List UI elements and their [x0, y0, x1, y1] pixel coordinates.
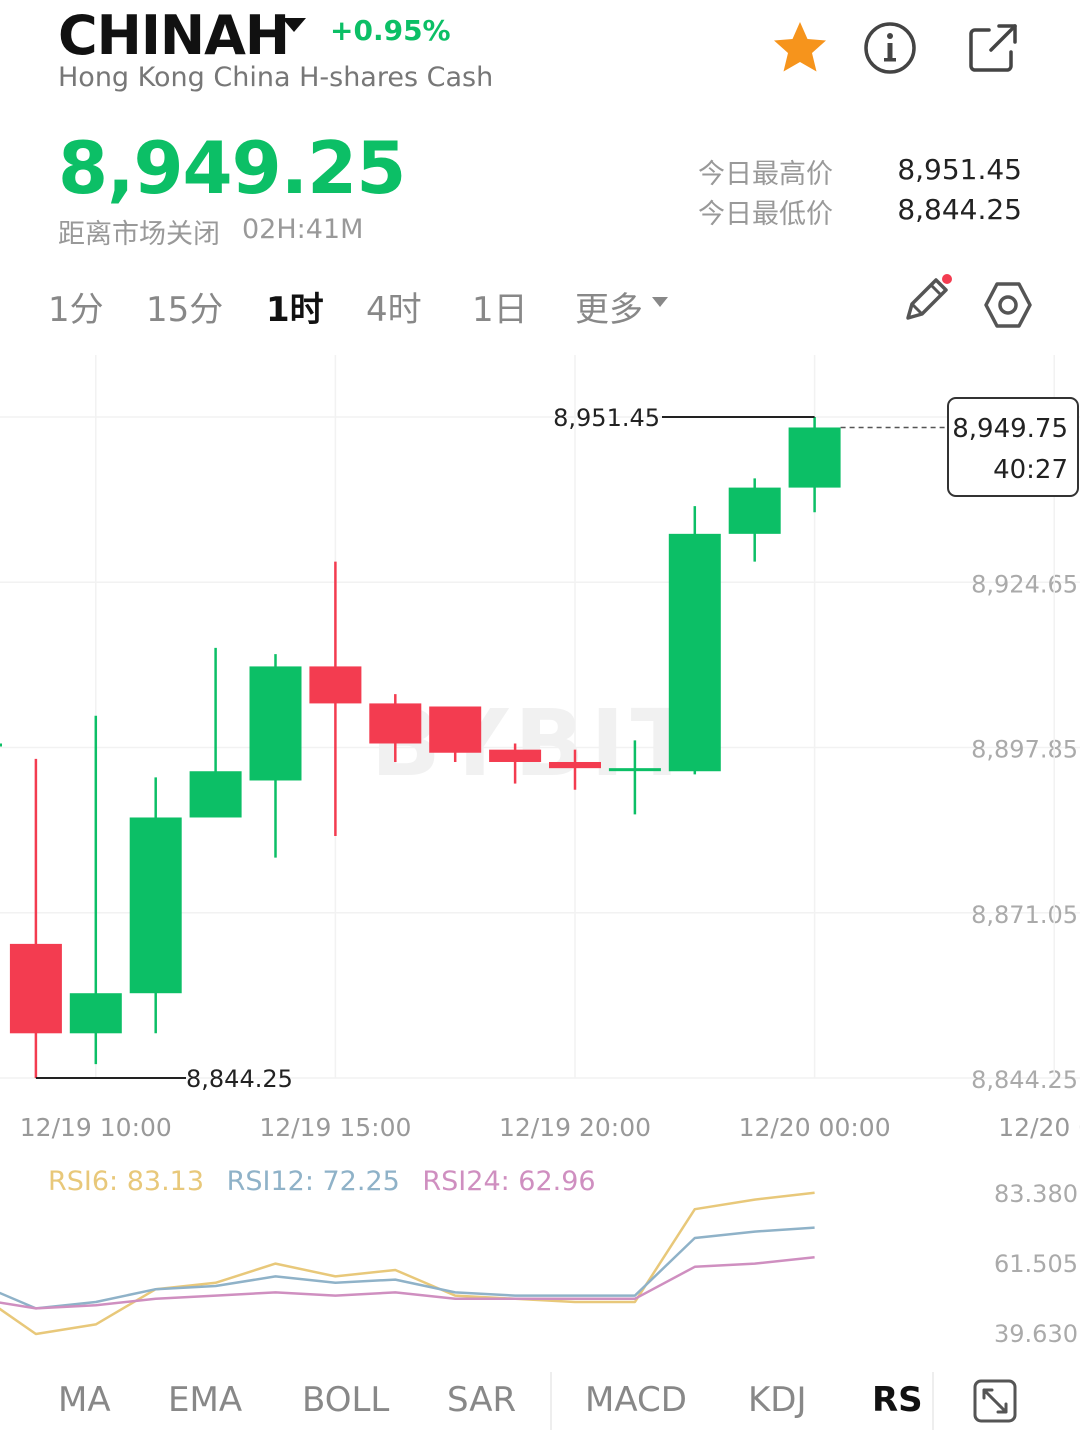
change-percent: +0.95%: [330, 14, 451, 47]
y-tick-label: 8,897.85: [971, 736, 1078, 764]
rsi-y-tick-label: 39.630: [994, 1320, 1078, 1348]
indicator-sar[interactable]: SAR: [447, 1380, 516, 1420]
indicator-boll[interactable]: BOLL: [302, 1380, 389, 1420]
info-icon[interactable]: [860, 18, 920, 78]
candle-body: [788, 427, 841, 488]
indicator-ma[interactable]: MA: [58, 1380, 111, 1420]
candle-body: [249, 666, 302, 781]
y-tick-label: 8,924.65: [971, 570, 1078, 598]
symbol-title[interactable]: CHINAH: [58, 4, 290, 67]
tab-4h[interactable]: 4时: [366, 282, 422, 331]
indicator-rs[interactable]: RS: [872, 1380, 923, 1420]
candle-body: [0, 743, 2, 747]
x-tick-label: 12/19 15:00: [259, 1113, 411, 1142]
rsi-y-tick-label: 83.380: [994, 1180, 1078, 1208]
instrument-name: Hong Kong China H-shares Cash: [58, 62, 494, 93]
candle-body: [489, 749, 542, 762]
x-tick-label: 12/20 03: [998, 1113, 1080, 1142]
settings-hexagon-icon[interactable]: [982, 280, 1034, 330]
tab-1h[interactable]: 1时: [266, 282, 324, 331]
high-marker-label: 8,951.45: [553, 404, 660, 432]
day-high-value: 8,951.45: [897, 153, 1022, 186]
pencil-icon[interactable]: [898, 272, 960, 328]
candle-body: [9, 943, 62, 1034]
current-price-label: 8,949.75: [952, 414, 1068, 444]
candle-body: [129, 817, 182, 994]
candle-body: [549, 761, 601, 769]
y-tick-label: 8,871.05: [971, 901, 1078, 929]
tab-more[interactable]: 更多: [575, 282, 643, 331]
day-low-label: 今日最低价: [698, 199, 833, 230]
share-icon[interactable]: [963, 18, 1023, 78]
indicator-kdj[interactable]: KDJ: [748, 1380, 807, 1420]
indicator-separator: [550, 1372, 552, 1430]
candle-body: [728, 487, 781, 534]
tab-1d[interactable]: 1日: [472, 282, 528, 331]
rsi12-label: RSI12: 72.25: [226, 1166, 400, 1197]
low-marker-label: 8,844.25: [186, 1065, 293, 1093]
candle-body: [608, 768, 661, 772]
market-close-label: 距离市场关闭: [58, 219, 220, 250]
candle-countdown-label: 40:27: [993, 455, 1068, 485]
indicator-bar: MA EMA BOLL SAR MACD KDJ RS: [0, 1366, 1080, 1436]
candle-body: [309, 666, 362, 704]
rsi-legend: RSI6: 83.13 RSI12: 72.25 RSI24: 62.96: [48, 1166, 610, 1197]
candlestick-chart[interactable]: 8,924.65 8,897.85 8,871.05 8,844.25 12/19 10…: [0, 340, 1080, 1170]
indicator-ema[interactable]: EMA: [168, 1380, 242, 1420]
candle-body: [189, 771, 242, 818]
expand-chart-icon[interactable]: [972, 1378, 1018, 1424]
rsi24-label: RSI24: 62.96: [422, 1166, 596, 1197]
rsi6-label: RSI6: 83.13: [48, 1166, 205, 1197]
more-caret-icon[interactable]: [652, 297, 668, 307]
day-high-label: 今日最高价: [698, 159, 833, 190]
symbol-dropdown-icon[interactable]: [282, 18, 306, 32]
candle-body: [69, 993, 122, 1034]
day-low-value: 8,844.25: [897, 193, 1022, 226]
last-price: 8,949.25: [58, 126, 406, 210]
tab-1m[interactable]: 1分: [48, 282, 104, 331]
x-tick-label: 12/19 10:00: [20, 1113, 172, 1142]
indicator-separator: [932, 1372, 934, 1430]
rsi-y-tick-label: 61.505: [994, 1250, 1078, 1278]
candle-body: [429, 706, 482, 753]
candle-body: [369, 703, 422, 744]
x-tick-label: 12/20 00:00: [739, 1113, 891, 1142]
indicator-macd[interactable]: MACD: [585, 1380, 687, 1420]
rsi-series-line: [0, 1191, 815, 1336]
x-tick-label: 12/19 20:00: [499, 1113, 651, 1142]
tab-15m[interactable]: 15分: [146, 282, 223, 331]
y-tick-label: 8,844.25: [971, 1066, 1078, 1094]
candle-body: [668, 533, 721, 772]
star-icon[interactable]: [770, 18, 830, 78]
market-close-countdown: 02H:41M: [242, 214, 364, 245]
